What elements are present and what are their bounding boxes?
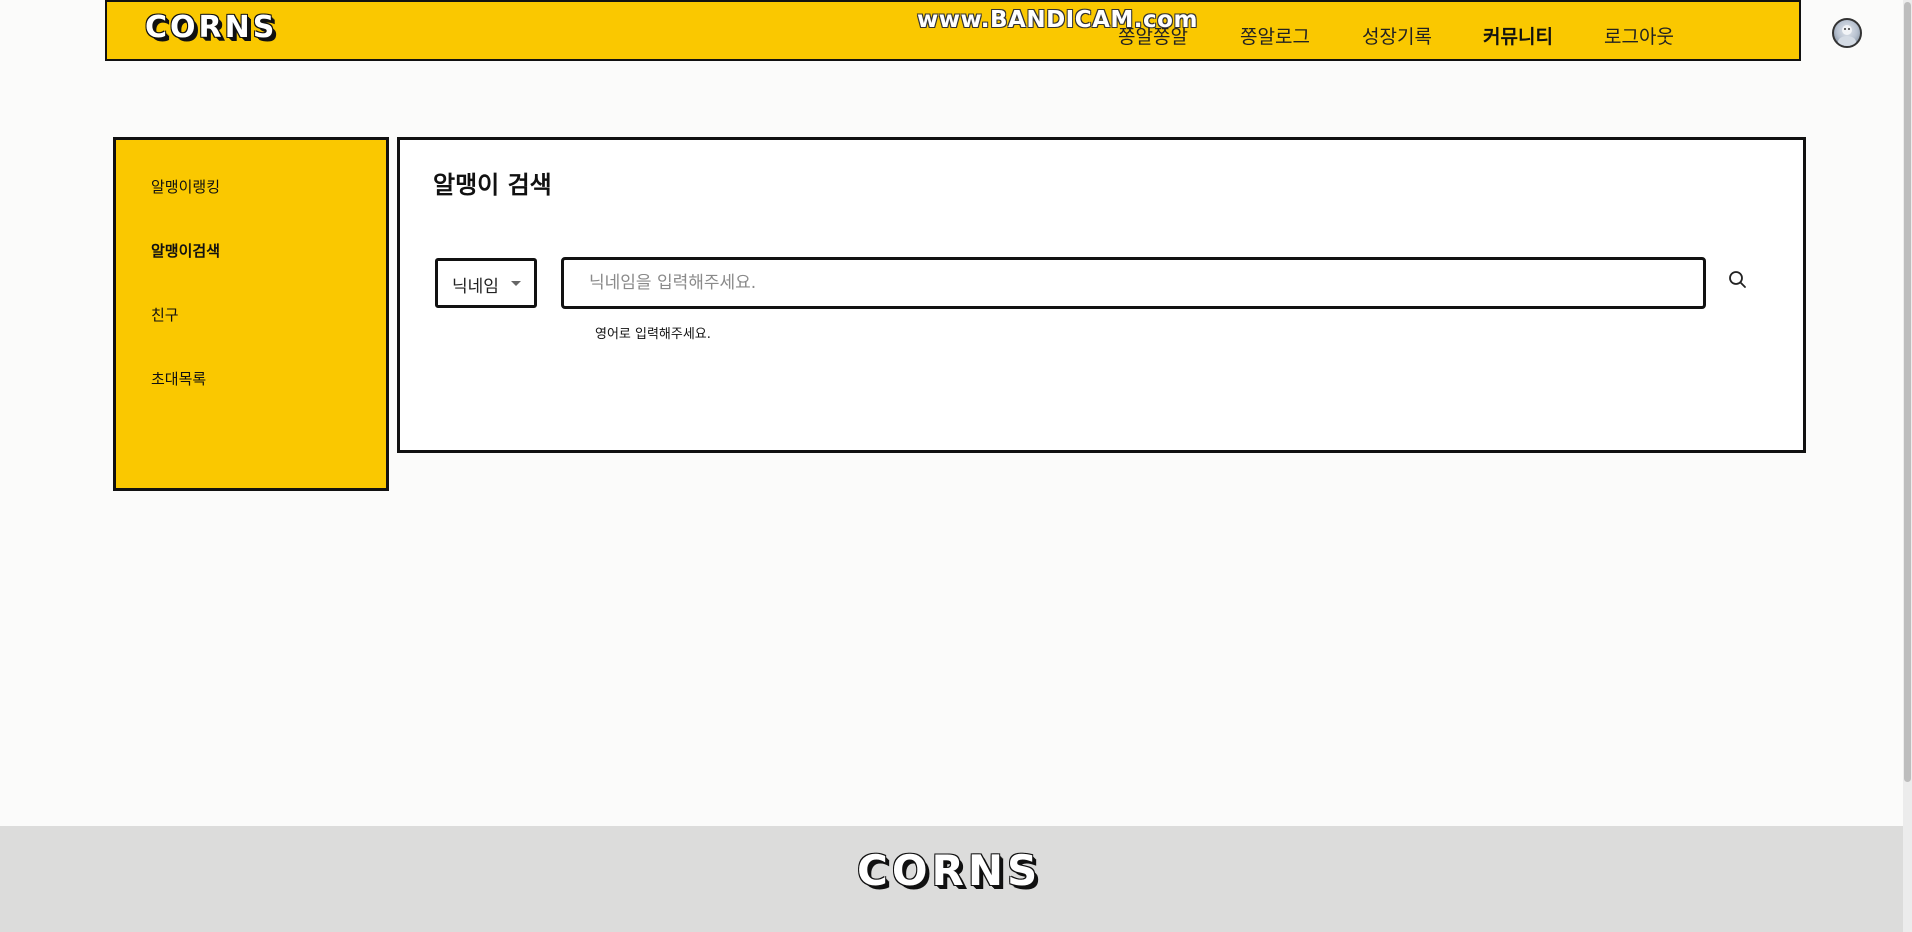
sidebar-item-invitations[interactable]: 초대목록 xyxy=(151,368,206,389)
scrollbar-thumb[interactable] xyxy=(1904,2,1911,782)
search-panel: 알맹이 검색 닉네임 영어로 입력해주세요. xyxy=(397,137,1806,453)
community-sidebar: 알맹이랭킹 알맹이검색 친구 초대목록 xyxy=(113,137,389,491)
sidebar-item-ranking[interactable]: 알맹이랭킹 xyxy=(151,176,220,197)
nav-item-community[interactable]: 커뮤니티 xyxy=(1483,22,1553,49)
vertical-scrollbar[interactable] xyxy=(1903,0,1912,932)
avatar-image-icon xyxy=(1838,25,1856,46)
chevron-down-icon xyxy=(511,281,521,286)
nickname-search-input[interactable] xyxy=(561,257,1706,309)
input-hint: 영어로 입력해주세요. xyxy=(595,327,711,342)
nav-item-jjongal-log[interactable]: 쫑알로그 xyxy=(1240,22,1310,49)
search-icon xyxy=(1729,271,1746,288)
header-logo[interactable]: CORNS xyxy=(145,10,277,45)
sidebar-item-search[interactable]: 알맹이검색 xyxy=(151,240,220,261)
search-type-value: 닉네임 xyxy=(452,277,499,297)
page-title: 알맹이 검색 xyxy=(433,171,552,199)
nav-item-jjongal-jjongal[interactable]: 쫑알쫑알 xyxy=(1118,22,1188,49)
page-footer: CORNS xyxy=(0,826,1903,932)
top-header: CORNS www.BANDICAM.com 쫑알쫑알 쫑알로그 성장기록 커뮤… xyxy=(105,0,1862,61)
profile-avatar[interactable] xyxy=(1832,18,1862,48)
search-type-select[interactable]: 닉네임 xyxy=(435,258,537,308)
sidebar-item-friends[interactable]: 친구 xyxy=(151,304,179,325)
nav-item-growth-record[interactable]: 성장기록 xyxy=(1362,22,1432,49)
search-button[interactable] xyxy=(1726,268,1750,292)
footer-logo: CORNS xyxy=(857,846,1042,895)
nav-item-logout[interactable]: 로그아웃 xyxy=(1604,22,1674,49)
